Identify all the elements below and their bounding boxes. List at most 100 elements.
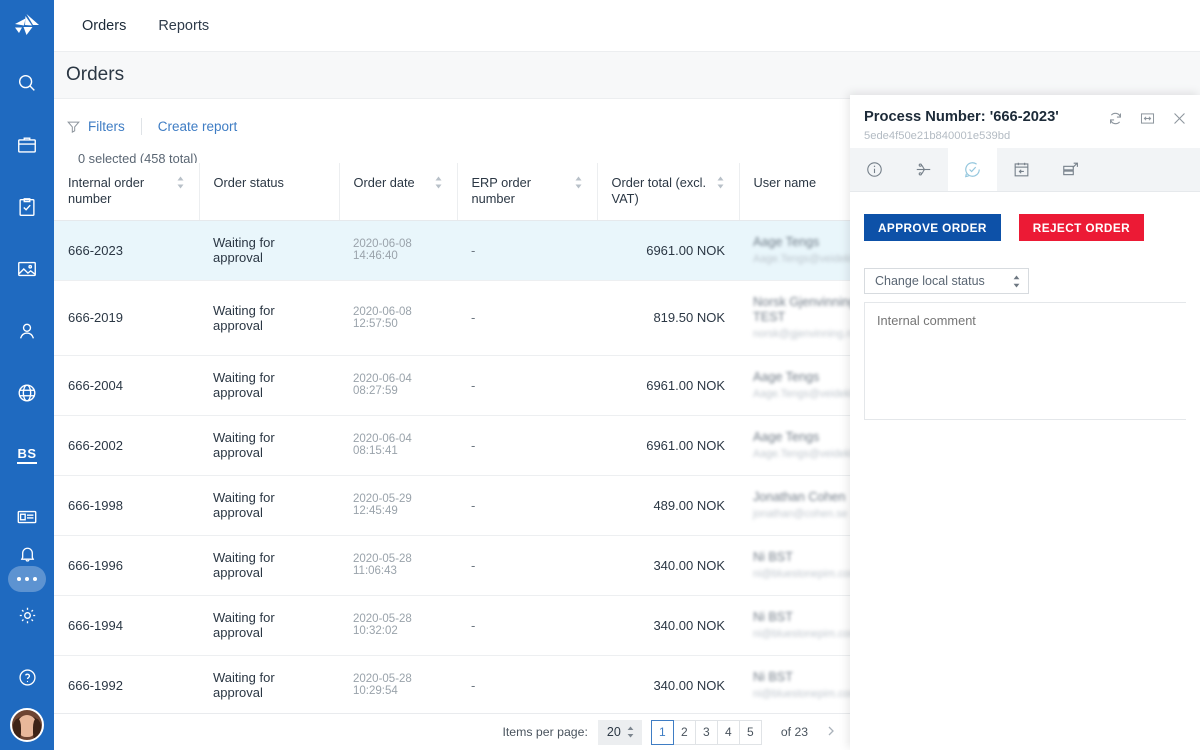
cell-erp-order-number: -: [457, 475, 597, 536]
user-icon: [19, 323, 35, 339]
col-internal-order-number[interactable]: Internal order number: [54, 163, 200, 221]
info-circle-icon: [867, 162, 882, 177]
local-status-select[interactable]: Change local status: [864, 268, 1029, 294]
export-icon: [1063, 162, 1078, 176]
panel-body: APPROVE ORDER REJECT ORDER Change local …: [850, 192, 1200, 750]
items-per-page-stepper[interactable]: 20: [597, 719, 642, 745]
page-button-2[interactable]: 2: [672, 719, 696, 745]
sort-icon[interactable]: [176, 176, 185, 189]
user-name-text: Ni BST: [753, 609, 793, 624]
user-name-text: Ni BST: [753, 669, 793, 684]
table-row[interactable]: 666-1996 Waiting for approval 2020-05-28 1…: [54, 535, 850, 596]
page-button-1[interactable]: 1: [650, 719, 674, 745]
cell-order-date: 2020-05-29 12:45:49: [339, 475, 457, 536]
close-icon: [1173, 112, 1185, 124]
sidebar-item-globalization[interactable]: [0, 362, 54, 424]
internal-comment-input[interactable]: [864, 302, 1186, 420]
sidebar-item-media[interactable]: [0, 238, 54, 300]
orders-table-container[interactable]: Internal order number Order status Order…: [54, 163, 850, 713]
table-row[interactable]: 666-1998 Waiting for approval 2020-05-29 1…: [54, 475, 850, 536]
refresh-icon: [1109, 112, 1121, 124]
col-erp-order-number[interactable]: ERP order number: [457, 163, 598, 221]
col-order-date[interactable]: Order date: [339, 163, 458, 221]
create-report-button[interactable]: Create report: [158, 119, 238, 134]
briefcase-icon: [18, 137, 36, 153]
panel-subtitle: 5ede4f50e21b840001e539bd: [864, 130, 1011, 142]
toolbar-divider: [140, 117, 142, 135]
search-icon: [18, 74, 35, 91]
cell-erp-order-number: -: [457, 280, 597, 356]
main-content: Orders Reports Orders Filters Create rep…: [54, 0, 1200, 750]
expand-button[interactable]: [1136, 107, 1158, 129]
table-row[interactable]: 666-2004 Waiting for approval 2020-06-04 0…: [54, 355, 850, 416]
page-header: Orders: [54, 52, 1200, 99]
table-row[interactable]: 666-1994 Waiting for approval 2020-05-28 1…: [54, 595, 850, 656]
sidebar-item-search[interactable]: [0, 52, 54, 114]
approve-order-button[interactable]: APPROVE ORDER: [864, 214, 1001, 241]
sidebar-item-tasks[interactable]: [0, 176, 54, 238]
panel-tab-details[interactable]: [850, 148, 899, 191]
refresh-button[interactable]: [1104, 107, 1126, 129]
cell-erp-order-number: -: [457, 415, 597, 476]
col-user-name[interactable]: User name: [739, 163, 850, 221]
user-email-text: Aage.Tengs@veidekke.no: [753, 252, 850, 265]
sidebar-item-users[interactable]: [0, 300, 54, 362]
sort-icon[interactable]: [434, 176, 443, 189]
sidebar-item-bs[interactable]: BS: [0, 424, 54, 486]
cell-user-name: Ni BST ni@bluestonepim.com: [739, 535, 850, 596]
cell-order-total: 340.00 NOK: [597, 535, 739, 596]
nav-tab-orders[interactable]: Orders: [66, 0, 142, 52]
stepper-arrows-icon[interactable]: [626, 726, 635, 738]
cell-erp-order-number: -: [457, 355, 597, 416]
panel-tab-workflow[interactable]: [899, 148, 948, 191]
cell-user-name: Ni BST ni@bluestonepim.com: [739, 655, 850, 713]
close-button[interactable]: [1168, 107, 1190, 129]
avatar[interactable]: [10, 708, 44, 742]
workflow-icon: [916, 163, 931, 176]
page-button-5[interactable]: 5: [738, 719, 762, 745]
next-page-button[interactable]: [826, 725, 836, 740]
sort-icon[interactable]: [574, 176, 583, 189]
sidebar-item-notifications[interactable]: [0, 522, 54, 584]
col-label: User name: [753, 175, 817, 190]
page-button-3[interactable]: 3: [694, 719, 718, 745]
table-row[interactable]: 666-2019 Waiting for approval 2020-06-08 1…: [54, 280, 850, 356]
table-row[interactable]: 666-2002 Waiting for approval 2020-06-04 0…: [54, 415, 850, 476]
filters-button[interactable]: Filters: [66, 119, 125, 134]
reject-order-button[interactable]: REJECT ORDER: [1018, 214, 1145, 241]
cell-order-date: 2020-06-08 14:46:40: [339, 220, 457, 281]
panel-tab-history[interactable]: [997, 148, 1046, 191]
user-email-text: ni@bluestonepim.com: [753, 627, 850, 640]
bell-icon: [20, 547, 34, 562]
cell-internal-order-number: 666-2004: [54, 355, 199, 416]
sidebar-bottom-nav: [0, 522, 54, 750]
table-row[interactable]: 666-2023 Waiting for approval 2020-06-08 1…: [54, 220, 850, 281]
sidebar-item-products[interactable]: [0, 114, 54, 176]
panel-tab-approval[interactable]: [948, 148, 997, 191]
cell-user-name: Aage Tengs Aage.Tengs@veidekke.no: [739, 355, 850, 416]
table-header: Internal order number Order status Order…: [54, 163, 850, 221]
cell-erp-order-number: -: [457, 220, 597, 281]
app-logo[interactable]: [0, 0, 54, 52]
cell-internal-order-number: 666-1996: [54, 535, 199, 596]
cell-order-status: Waiting for approval: [199, 220, 339, 281]
sort-icon[interactable]: [716, 176, 725, 189]
cell-user-name: Ni BST ni@bluestonepim.com: [739, 595, 850, 656]
cell-order-total: 819.50 NOK: [597, 280, 739, 356]
sidebar-item-settings[interactable]: [0, 584, 54, 646]
check-circle-icon: [965, 162, 980, 178]
col-order-total[interactable]: Order total (excl. VAT): [597, 163, 740, 221]
col-order-status[interactable]: Order status: [199, 163, 340, 221]
cell-user-name: Norsk Gjenvinning AS TEST norsk@gjenvinni…: [739, 280, 850, 356]
page-button-4[interactable]: 4: [716, 719, 740, 745]
cell-order-date: 2020-05-28 10:29:54: [339, 655, 457, 713]
table-row[interactable]: 666-1992 Waiting for approval 2020-05-28 1…: [54, 655, 850, 713]
sidebar-item-help[interactable]: [0, 646, 54, 708]
panel-tab-export[interactable]: [1046, 148, 1095, 191]
panel-tabs: [850, 148, 1200, 192]
pagination-bar: Items per page: 20 12345 of 23: [54, 713, 850, 750]
page-title: Orders: [66, 64, 125, 85]
create-report-label: Create report: [157, 118, 238, 134]
col-label: Order total (excl. VAT): [611, 175, 707, 206]
nav-tab-reports[interactable]: Reports: [142, 0, 225, 52]
